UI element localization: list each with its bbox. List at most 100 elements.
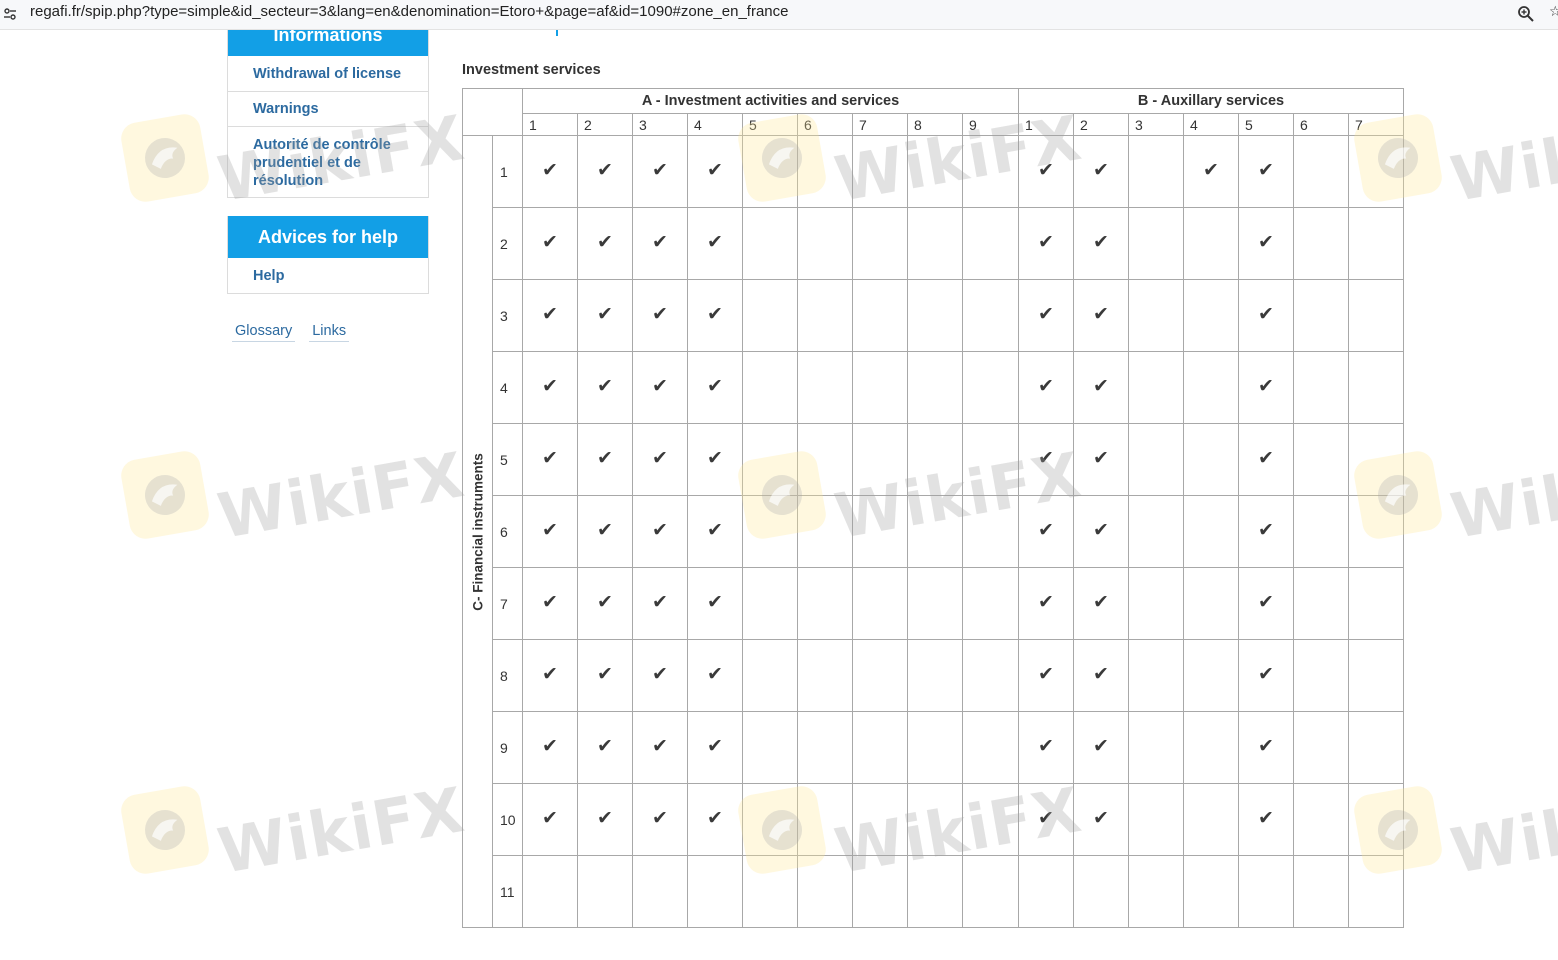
cell-b-7 [1348,711,1404,784]
cell-a-5 [742,567,798,640]
checkmark-icon: ✔ [1038,448,1054,469]
cell-a-2: ✔ [577,639,633,712]
watermark-text: WikiFX [1445,100,1558,216]
sidebar-help-box: Advices for help Help [227,216,429,294]
col-a-6: 6 [797,113,853,136]
cell-a-4: ✔ [687,639,743,712]
row-label: 9 [492,711,523,784]
cell-a-3: ✔ [632,783,688,856]
checkmark-icon: ✔ [652,232,668,253]
checkmark-icon: ✔ [542,304,558,325]
cell-a-8 [907,279,963,352]
cell-a-6 [797,423,853,496]
cell-b-4 [1183,711,1239,784]
cell-b-3 [1128,351,1184,424]
col-b-7: 7 [1348,113,1404,136]
checkmark-icon: ✔ [1038,664,1054,685]
checkmark-icon: ✔ [1093,232,1109,253]
cell-a-2: ✔ [577,783,633,856]
cell-a-8 [907,207,963,280]
cell-a-3: ✔ [632,135,688,208]
links-link[interactable]: Links [309,321,350,342]
checkmark-icon: ✔ [542,592,558,613]
site-info-icon[interactable] [3,7,17,21]
cell-a-7 [852,711,908,784]
cell-b-6 [1293,279,1349,352]
cell-b-4 [1183,783,1239,856]
checkmark-icon: ✔ [1258,448,1274,469]
cell-a-5 [742,207,798,280]
checkmark-icon: ✔ [1258,592,1274,613]
star-icon[interactable]: ☆ [1549,3,1558,20]
cell-b-5: ✔ [1238,207,1294,280]
table-row: 9 ✔ ✔ ✔ ✔ ✔ ✔ ✔ [463,711,1404,784]
checkmark-icon: ✔ [1038,160,1054,181]
cell-a-1: ✔ [522,567,578,640]
column-number-row: 1234567891234567 [463,113,1404,136]
checkmark-icon: ✔ [1093,448,1109,469]
checkmark-icon: ✔ [1038,232,1054,253]
checkmark-icon: ✔ [1038,592,1054,613]
checkmark-icon: ✔ [1258,520,1274,541]
cell-b-2: ✔ [1073,711,1129,784]
table-corner [462,88,523,136]
row-label: 10 [492,783,523,856]
cell-a-5 [742,711,798,784]
cell-b-1: ✔ [1018,279,1074,352]
sidebar-item-help[interactable]: Help [228,258,428,294]
bottom-links: Glossary Links [232,321,350,342]
glossary-link[interactable]: Glossary [232,321,296,342]
cell-b-3 [1128,711,1184,784]
cell-a-8 [907,135,963,208]
cell-a-5 [742,495,798,568]
cell-a-2: ✔ [577,135,633,208]
sidebar-item-acpr[interactable]: Autorité de contrôle prudentiel et de ré… [228,127,428,197]
sidebar-item-withdrawal-of-license[interactable]: Withdrawal of license [228,56,428,92]
row-label: 1 [492,135,523,208]
cell-a-9 [962,567,1019,640]
cell-b-1: ✔ [1018,711,1074,784]
cell-b-2: ✔ [1073,423,1129,496]
cell-b-5: ✔ [1238,135,1294,208]
checkmark-icon: ✔ [652,304,668,325]
col-b-3: 3 [1128,113,1184,136]
cell-b-6 [1293,423,1349,496]
sidebar-item-warnings[interactable]: Warnings [228,92,428,127]
checkmark-icon: ✔ [597,160,613,181]
checkmark-icon: ✔ [1093,592,1109,613]
cell-b-7 [1348,855,1404,928]
checkmark-icon: ✔ [1093,808,1109,829]
cell-b-6 [1293,855,1349,928]
zoom-icon[interactable] [1517,5,1535,23]
cell-a-9 [962,783,1019,856]
cell-a-8 [907,855,963,928]
row-label: 11 [492,855,523,928]
cell-b-2: ✔ [1073,135,1129,208]
checkmark-icon: ✔ [542,736,558,757]
checkmark-icon: ✔ [1093,736,1109,757]
cell-b-7 [1348,423,1404,496]
checkmark-icon: ✔ [1093,376,1109,397]
row-axis-label: C- Financial instruments [470,452,485,611]
cell-a-8 [907,423,963,496]
cell-a-9 [962,855,1019,928]
checkmark-icon: ✔ [542,448,558,469]
cell-a-7 [852,639,908,712]
url-text[interactable]: regafi.fr/spip.php?type=simple&id_secteu… [30,3,788,20]
cell-a-3: ✔ [632,207,688,280]
cell-a-5 [742,351,798,424]
cell-a-9 [962,495,1019,568]
cell-a-2: ✔ [577,495,633,568]
checkmark-icon: ✔ [1093,664,1109,685]
cell-b-4 [1183,423,1239,496]
checkmark-icon: ✔ [1258,376,1274,397]
wikifx-logo-icon [118,783,212,877]
cell-b-2: ✔ [1073,351,1129,424]
cell-b-3 [1128,207,1184,280]
cell-b-1: ✔ [1018,423,1074,496]
cell-a-9 [962,423,1019,496]
checkmark-icon: ✔ [707,736,723,757]
cell-a-2: ✔ [577,207,633,280]
cell-b-7 [1348,207,1404,280]
cell-a-8 [907,639,963,712]
